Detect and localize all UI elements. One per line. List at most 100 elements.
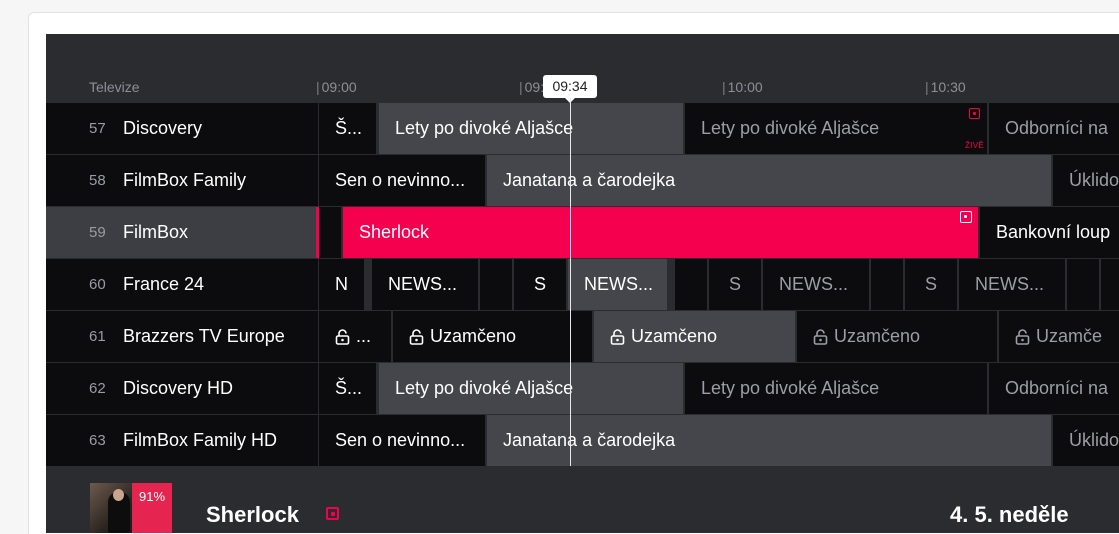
- program-cell[interactable]: Š...: [319, 103, 378, 154]
- program-title: Sen o nevinno...: [335, 170, 466, 190]
- program-cell[interactable]: NEWS...: [372, 259, 480, 310]
- channel-row: 58 FilmBox Family Sen o nevinno... Janat…: [46, 155, 1119, 206]
- program-cell[interactable]: [316, 207, 343, 258]
- program-cell-locked[interactable]: ...: [319, 311, 393, 362]
- channel-france-24[interactable]: 60 France 24: [46, 259, 318, 310]
- program-cell[interactable]: S: [514, 259, 568, 310]
- program-title: Odborníci na: [1005, 378, 1109, 398]
- program-cell[interactable]: Úklidová: [1053, 155, 1119, 206]
- channel-number: 61: [89, 328, 106, 345]
- live-record-icon: [969, 108, 980, 119]
- program-title: Lety po divoké Aljašce: [701, 378, 880, 398]
- program-cell[interactable]: Odborníci na: [989, 103, 1119, 154]
- program-cell-locked[interactable]: Uzamčeno: [393, 311, 594, 362]
- channel-filmbox-family-hd[interactable]: 63 FilmBox Family HD: [46, 415, 318, 466]
- program-title: Uzamčeno: [631, 326, 718, 346]
- program-cell-locked[interactable]: Uzamčeno: [797, 311, 999, 362]
- program-title: S: [728, 274, 741, 294]
- live-label: ŽIVĚ: [965, 141, 984, 150]
- program-cell[interactable]: [1067, 259, 1101, 310]
- program-cell-locked[interactable]: Uzamče: [999, 311, 1119, 362]
- program-title: Janatana a čarodejka: [503, 170, 676, 190]
- program-title: S: [533, 274, 546, 294]
- program-cell[interactable]: [1101, 259, 1119, 310]
- channel-filmbox[interactable]: 59 FilmBox: [46, 207, 318, 258]
- program-cell-locked[interactable]: Uzamčeno: [594, 311, 797, 362]
- program-cell[interactable]: Úklidová: [1053, 415, 1119, 466]
- channel-brazzers-tv-europe[interactable]: 61 Brazzers TV Europe: [46, 311, 318, 362]
- program-cell[interactable]: NEWS...: [763, 259, 871, 310]
- program-title: Lety po divoké Aljašce: [701, 118, 880, 138]
- record-icon: [960, 211, 972, 223]
- time-tick: 10:30: [925, 79, 966, 95]
- channel-discovery[interactable]: 57 Discovery: [46, 103, 318, 154]
- program-cell[interactable]: Sen o nevinno...: [319, 155, 487, 206]
- lock-icon: [610, 328, 625, 345]
- program-title: NEWS...: [779, 274, 849, 294]
- program-cell[interactable]: Š...: [319, 363, 378, 414]
- channel-row: 60 France 24 N NEWS... S NEWS... S NEWS.…: [46, 259, 1119, 310]
- time-tick: 10:00: [722, 79, 763, 95]
- channel-number: 63: [89, 432, 106, 449]
- program-cell[interactable]: Janatana a čarodejka: [487, 155, 1053, 206]
- lock-icon: [409, 328, 424, 345]
- program-title: NEWS...: [975, 274, 1045, 294]
- program-cell[interactable]: [871, 259, 905, 310]
- channel-name: Brazzers TV Europe: [123, 326, 285, 346]
- record-icon[interactable]: [326, 507, 339, 520]
- tv-guide: Televize 09:00 09:30 10:00 10:30 09:34 5…: [46, 34, 1119, 533]
- channel-filmbox-family[interactable]: 58 FilmBox Family: [46, 155, 318, 206]
- program-cell[interactable]: [675, 259, 709, 310]
- program-cell[interactable]: Odborníci na: [989, 363, 1119, 414]
- program-title: Š...: [335, 378, 363, 398]
- program-title: Uzamče: [1036, 326, 1103, 346]
- program-title: Sen o nevinno...: [335, 430, 466, 450]
- current-time-badge: 09:34: [543, 75, 597, 103]
- program-cell[interactable]: Bankovní loup: [980, 207, 1119, 258]
- program-title: Úklidová: [1069, 170, 1119, 190]
- program-cell[interactable]: Lety po divoké Aljašce: [379, 363, 685, 414]
- program-title: Odborníci na: [1005, 118, 1109, 138]
- program-title: Bankovní loup: [996, 222, 1111, 242]
- program-cell[interactable]: NEWS...: [568, 259, 669, 310]
- program-cell[interactable]: Lety po divoké Aljašce: [379, 103, 685, 154]
- program-cell[interactable]: Sen o nevinno...: [319, 415, 487, 466]
- detail-date: 4. 5. neděle: [950, 502, 1069, 527]
- channel-name: FilmBox Family: [123, 170, 247, 190]
- channel-row: 61 Brazzers TV Europe ... Uzamčeno Uzamč…: [46, 311, 1119, 362]
- program-title: Uzamčeno: [430, 326, 517, 346]
- timeline-header: Televize: [89, 79, 140, 95]
- program-cell[interactable]: Lety po divoké Aljašce: [685, 363, 989, 414]
- rating-badge: 91%: [132, 483, 172, 533]
- channel-name: Discovery: [123, 118, 203, 138]
- program-title: S: [924, 274, 937, 294]
- lock-icon: [335, 328, 350, 345]
- channel-name: FilmBox Family HD: [123, 430, 278, 450]
- lock-icon: [813, 328, 828, 345]
- program-cell[interactable]: Janatana a čarodejka: [487, 415, 1053, 466]
- program-title: NEWS...: [388, 274, 458, 294]
- program-cell[interactable]: Lety po divoké Aljašce ŽIVĚ: [685, 103, 989, 154]
- program-cell[interactable]: S: [709, 259, 763, 310]
- channel-discovery-hd[interactable]: 62 Discovery HD: [46, 363, 318, 414]
- current-time-line: [570, 98, 571, 466]
- channel-name: FilmBox: [123, 222, 189, 242]
- program-cell[interactable]: S: [905, 259, 959, 310]
- program-cell-selected[interactable]: Sherlock: [343, 207, 980, 258]
- program-cell[interactable]: NEWS...: [959, 259, 1067, 310]
- channel-number: 60: [89, 276, 106, 293]
- program-title: Š...: [335, 118, 363, 138]
- program-detail-bar: 91% Sherlock 4. 5. neděle: [46, 466, 1119, 533]
- channel-row: 62 Discovery HD Š... Lety po divoké Alja…: [46, 363, 1119, 414]
- program-title: Janatana a čarodejka: [503, 430, 676, 450]
- channel-number: 59: [89, 224, 106, 241]
- program-thumbnail[interactable]: 91%: [90, 483, 172, 533]
- lock-icon: [1015, 328, 1030, 345]
- time-tick: 09:00: [316, 79, 357, 95]
- channel-name: Discovery HD: [123, 378, 234, 398]
- program-cell[interactable]: N: [319, 259, 366, 310]
- channel-row: 57 Discovery Š... Lety po divoké Aljašce…: [46, 103, 1119, 154]
- program-cell[interactable]: [480, 259, 514, 310]
- channel-number: 58: [89, 172, 106, 189]
- program-title: Lety po divoké Aljašce: [395, 118, 574, 138]
